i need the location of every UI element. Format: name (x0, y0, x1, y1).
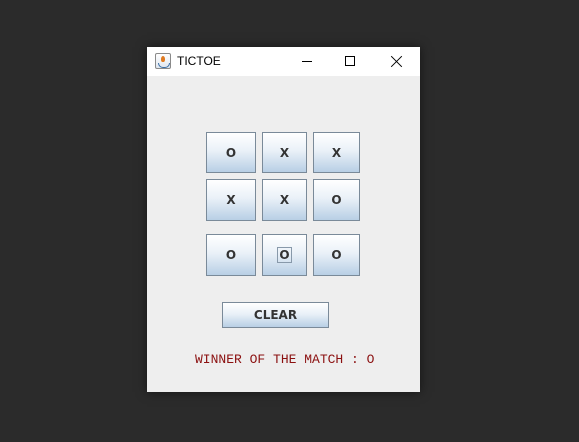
cell-r0-c0[interactable]: O (206, 132, 256, 173)
cell-r0-c2[interactable]: X (313, 132, 360, 173)
maximize-icon (345, 56, 355, 66)
cell-label: X (279, 145, 290, 160)
tictoe-window: TICTOE O X X X X O O O O CLEAR WINNER OF… (147, 47, 420, 392)
minimize-icon (302, 61, 312, 62)
cell-label: O (331, 193, 342, 207)
java-cup-icon (155, 53, 171, 69)
cell-label-focused: O (277, 247, 292, 263)
cell-r2-c1[interactable]: O (262, 234, 307, 276)
title-bar[interactable]: TICTOE (147, 47, 420, 76)
cell-label: X (226, 193, 236, 207)
winner-status-text: WINNER OF THE MATCH : O (195, 352, 375, 367)
cell-label: X (331, 145, 342, 160)
cell-r2-c0[interactable]: O (206, 234, 256, 276)
close-icon (390, 55, 403, 68)
cell-r1-c2[interactable]: O (313, 179, 360, 221)
cell-r0-c1[interactable]: X (262, 132, 307, 173)
cell-label: O (225, 145, 237, 160)
cell-label: O (225, 248, 237, 262)
cell-label: X (279, 193, 290, 207)
window-title: TICTOE (177, 54, 221, 68)
cell-r1-c0[interactable]: X (206, 179, 256, 221)
cell-r1-c1[interactable]: X (262, 179, 307, 221)
cell-label: O (331, 248, 342, 262)
maximize-button[interactable] (328, 47, 372, 76)
close-button[interactable] (374, 47, 418, 76)
cell-r2-c2[interactable]: O (313, 234, 360, 276)
clear-button[interactable]: CLEAR (222, 302, 329, 328)
minimize-button[interactable] (284, 47, 328, 76)
